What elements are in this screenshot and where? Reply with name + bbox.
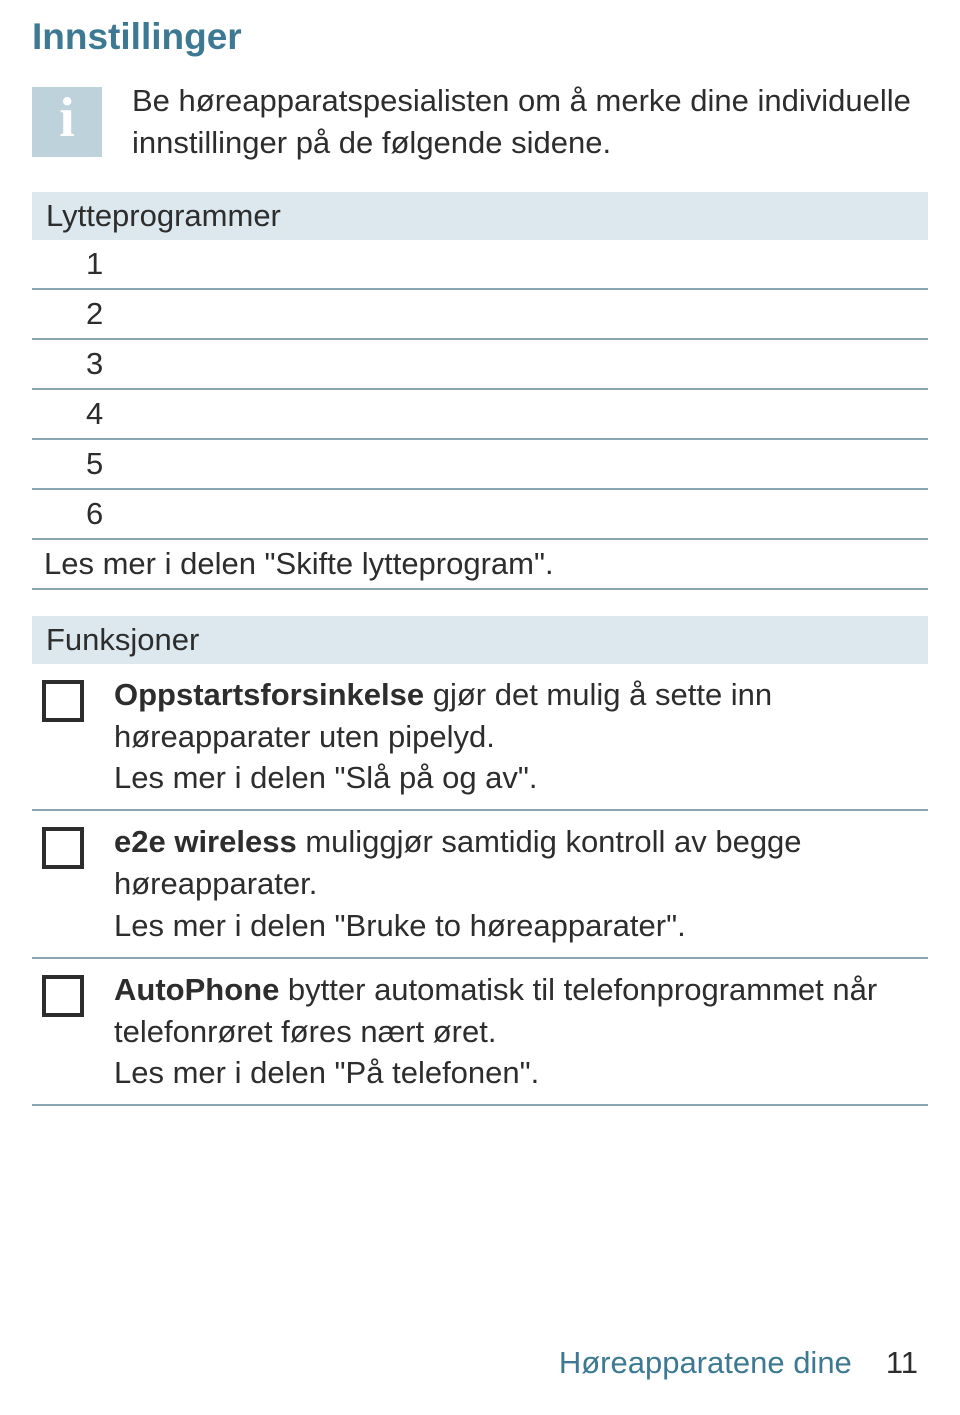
program-number: 3 <box>86 346 103 382</box>
checkbox-icon[interactable] <box>42 827 84 869</box>
intro-text: Be høreapparatspesialisten om å merke di… <box>132 80 928 164</box>
page-title: Innstillinger <box>32 16 928 58</box>
feature-text: Oppstartsforsinkelse gjør det mulig å se… <box>114 674 918 800</box>
program-number: 5 <box>86 446 103 482</box>
feature-more: Les mer i delen "Slå på og av". <box>114 760 538 795</box>
program-number: 1 <box>86 246 103 282</box>
feature-more: Les mer i delen "På telefonen". <box>114 1055 539 1090</box>
page: Innstillinger i Be høreapparatspesialist… <box>0 0 960 1415</box>
checkbox-icon[interactable] <box>42 680 84 722</box>
feature-more: Les mer i delen "Bruke to høreapparater"… <box>114 908 686 943</box>
footer: Høreapparatene dine 11 <box>559 1345 918 1381</box>
feature-bold: AutoPhone <box>114 972 279 1007</box>
program-row: 3 <box>32 340 928 390</box>
feature-bold: e2e wireless <box>114 824 297 859</box>
page-number: 11 <box>886 1345 918 1381</box>
program-number: 2 <box>86 296 103 332</box>
program-row: 4 <box>32 390 928 440</box>
program-row: 6 <box>32 490 928 540</box>
feature-text: e2e wireless muliggjør samtidig kontroll… <box>114 821 918 947</box>
section-header-lytteprogrammer: Lytteprogrammer <box>32 192 928 240</box>
section-note: Les mer i delen "Skifte lytteprogram". <box>32 540 928 590</box>
program-row: 2 <box>32 290 928 340</box>
program-number: 6 <box>86 496 103 532</box>
info-glyph: i <box>59 90 75 146</box>
program-number: 4 <box>86 396 103 432</box>
feature-row: AutoPhone bytter automatisk til telefonp… <box>32 959 928 1107</box>
feature-row: e2e wireless muliggjør samtidig kontroll… <box>32 811 928 959</box>
feature-row: Oppstartsforsinkelse gjør det mulig å se… <box>32 664 928 812</box>
section-funksjoner: Funksjoner Oppstartsforsinkelse gjør det… <box>32 616 928 1107</box>
program-row: 5 <box>32 440 928 490</box>
intro-row: i Be høreapparatspesialisten om å merke … <box>32 80 928 164</box>
footer-label: Høreapparatene dine <box>559 1345 852 1381</box>
section-lytteprogrammer: Lytteprogrammer 1 2 3 4 5 6 Les mer i de… <box>32 192 928 590</box>
checkbox-icon[interactable] <box>42 975 84 1017</box>
section-header-funksjoner: Funksjoner <box>32 616 928 664</box>
feature-text: AutoPhone bytter automatisk til telefonp… <box>114 969 918 1095</box>
program-row: 1 <box>32 240 928 290</box>
info-icon: i <box>32 87 102 157</box>
feature-bold: Oppstartsforsinkelse <box>114 677 424 712</box>
